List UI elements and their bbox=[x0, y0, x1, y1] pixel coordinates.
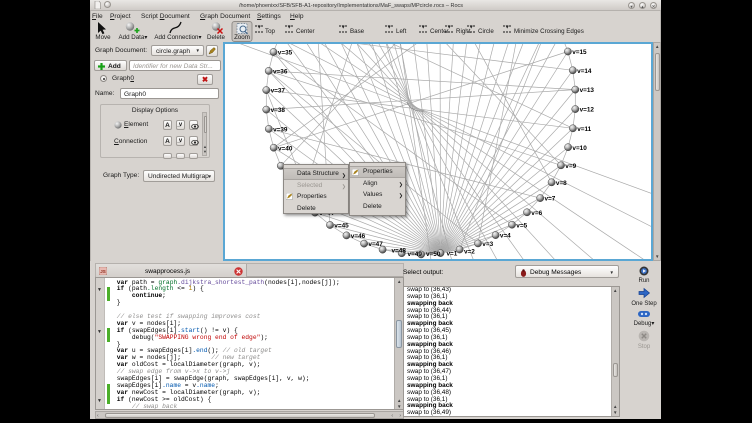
svg-text:v=39: v=39 bbox=[273, 127, 288, 134]
svg-text:v=45: v=45 bbox=[334, 223, 349, 230]
svg-text:v=13: v=13 bbox=[580, 87, 595, 94]
svg-text:v=35: v=35 bbox=[278, 50, 293, 57]
svg-text:v=1: v=1 bbox=[447, 251, 458, 258]
svg-text:v=12: v=12 bbox=[580, 107, 595, 114]
svg-text:v=15: v=15 bbox=[572, 49, 587, 56]
svg-text:v=46: v=46 bbox=[351, 233, 366, 240]
svg-text:v=9: v=9 bbox=[565, 163, 576, 170]
svg-text:v=8: v=8 bbox=[556, 180, 567, 187]
svg-text:JS: JS bbox=[100, 269, 106, 274]
svg-text:v=3: v=3 bbox=[482, 241, 493, 248]
svg-text:v=38: v=38 bbox=[271, 107, 286, 114]
svg-text:v=47: v=47 bbox=[368, 241, 383, 248]
svg-text:v=4: v=4 bbox=[500, 233, 511, 240]
svg-text:v=48: v=48 bbox=[392, 248, 407, 255]
svg-text:v=50: v=50 bbox=[426, 251, 441, 258]
svg-text:v=14: v=14 bbox=[577, 68, 592, 75]
svg-text:v=10: v=10 bbox=[572, 145, 587, 152]
svg-text:v=11: v=11 bbox=[577, 126, 591, 133]
svg-text:v=6: v=6 bbox=[531, 210, 542, 217]
svg-text:v=49: v=49 bbox=[408, 251, 423, 258]
svg-text:v=7: v=7 bbox=[545, 196, 556, 203]
svg-text:v=40: v=40 bbox=[278, 145, 293, 152]
svg-text:v=36: v=36 bbox=[273, 69, 288, 76]
svg-text:v=5: v=5 bbox=[516, 222, 527, 229]
svg-text:v=37: v=37 bbox=[271, 88, 286, 95]
svg-text:v=2: v=2 bbox=[464, 249, 475, 256]
